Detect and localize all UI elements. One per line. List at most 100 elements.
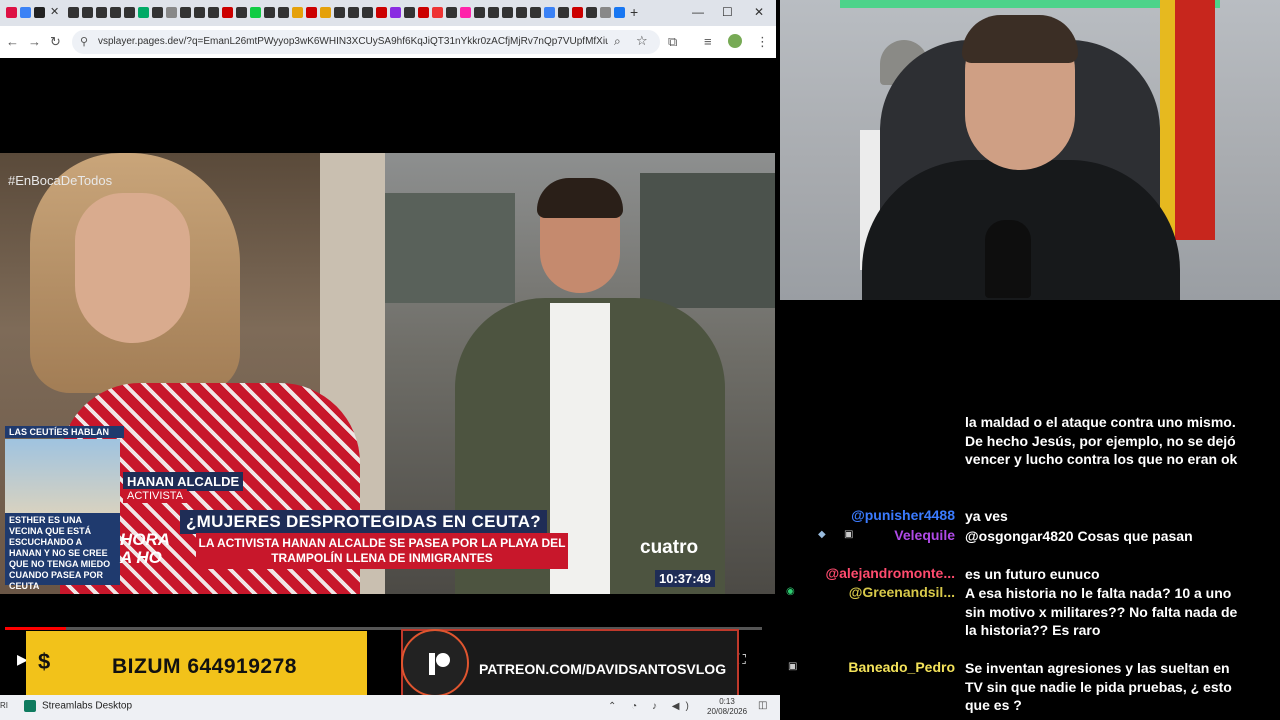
chat-username[interactable]: @punisher4488: [851, 507, 955, 523]
chat-username[interactable]: Velequile: [894, 527, 955, 543]
tab-favicon-icon[interactable]: [390, 7, 401, 18]
ahora-ticker: HORA A HO: [120, 530, 171, 567]
tab-favicon-icon[interactable]: [348, 7, 359, 18]
channel-logo: cuatro: [640, 537, 699, 558]
close-window-button[interactable]: ✕: [754, 5, 764, 19]
tab-favicon-icon[interactable]: [82, 7, 93, 18]
inset-caption: ESTHER ES UNA VECINA QUE ESTÁ ESCUCHANDO…: [5, 513, 120, 591]
chat-username[interactable]: @Greenandsil...: [849, 584, 955, 600]
tab-favicon-icon[interactable]: [362, 7, 373, 18]
tab-favicon-icon[interactable]: [124, 7, 135, 18]
tab-favicon-icon[interactable]: [264, 7, 275, 18]
chat-text: A esa historia no le falta nada? 10 a un…: [965, 585, 1238, 638]
minimize-button[interactable]: —: [692, 5, 704, 19]
tab-favicon-icon[interactable]: [152, 7, 163, 18]
tab-favicon-icon[interactable]: [404, 7, 415, 18]
taskbar-app-label: Streamlabs Desktop: [42, 700, 133, 712]
tab-favicon-icon[interactable]: [586, 7, 597, 18]
chat-text: Se inventan agresiones y las sueltan en …: [965, 660, 1232, 713]
chat-username[interactable]: @alejandromonte...: [825, 565, 955, 581]
guest-role-chyron: ACTIVISTA: [123, 489, 188, 503]
extensions-icon[interactable]: ⧉: [668, 34, 677, 50]
tab-favicon-icon[interactable]: [460, 7, 471, 18]
dollar-icon: $: [38, 649, 51, 674]
streamer-hair: [962, 15, 1078, 63]
tab-favicon-icon[interactable]: [292, 7, 303, 18]
tab-favicon-icon[interactable]: [530, 7, 541, 18]
tab-favicon-icon[interactable]: [488, 7, 499, 18]
tab-favicon-icon[interactable]: [180, 7, 191, 18]
webcam-feed: [780, 0, 1280, 300]
browser-window: ✕ + — ☐ ✕ ← → ↻ ⚲ vsplayer.pages.dev/?q=…: [0, 0, 776, 697]
chat-username[interactable]: Baneado_Pedro: [848, 659, 955, 675]
tab-favicon-icon[interactable]: [544, 7, 555, 18]
tab-favicon-icon[interactable]: [600, 7, 611, 18]
tab-close-icon[interactable]: ✕: [50, 5, 59, 18]
mod-badge-icon: ▣: [788, 661, 798, 672]
tab-bar: ✕ + — ☐ ✕: [0, 0, 776, 26]
chat-text: ya ves: [965, 508, 1008, 524]
site-info-icon[interactable]: ⚲: [80, 35, 88, 48]
patreon-url: PATREON.COM/DAVIDSANTOSVLOG: [479, 661, 727, 677]
media-controls-icon[interactable]: ≡: [704, 34, 712, 49]
tab-favicon-icon[interactable]: [474, 7, 485, 18]
taskbar-label: RI: [0, 701, 8, 710]
tab-favicon-icon[interactable]: [278, 7, 289, 18]
tab-favicon-icon[interactable]: [306, 7, 317, 18]
tab-favicon-icon[interactable]: [432, 7, 443, 18]
active-tab-favicon-icon[interactable]: [34, 7, 45, 18]
tab-favicon-icon[interactable]: [110, 7, 121, 18]
microphone: [985, 220, 1031, 298]
tab-favicon-icon[interactable]: [418, 7, 429, 18]
taskbar-time: 0:13: [719, 697, 735, 706]
tab-favicon-icon[interactable]: [558, 7, 569, 18]
tab-favicon-icon[interactable]: [250, 7, 261, 18]
back-icon[interactable]: ←: [6, 34, 19, 49]
tab-favicon-icon[interactable]: [68, 7, 79, 18]
tab-favicon-icon[interactable]: [96, 7, 107, 18]
tab-favicon-icon[interactable]: [20, 7, 31, 18]
tab-favicon-icon[interactable]: [320, 7, 331, 18]
diamond-badge-icon: ◆: [818, 529, 826, 540]
url-text[interactable]: vsplayer.pages.dev/?q=EmanL26mtPWyyop3wK…: [98, 36, 608, 47]
inset-video-thumbnail: [5, 439, 120, 513]
system-tray-icons[interactable]: ⌃ ◔ ♪ ◀): [608, 701, 695, 712]
patreon-logo-icon: [401, 629, 469, 697]
tab-favicon-icon[interactable]: [572, 7, 583, 18]
menu-kebab-icon[interactable]: ⋮: [756, 34, 769, 50]
url-omnibox[interactable]: ⚲ vsplayer.pages.dev/?q=EmanL26mtPWyyop3…: [72, 30, 660, 54]
tab-favicon-icon[interactable]: [334, 7, 345, 18]
taskbar-clock[interactable]: 0:13 20/08/2026: [707, 697, 747, 717]
forward-icon[interactable]: →: [28, 34, 41, 49]
new-tab-button[interactable]: +: [630, 4, 638, 20]
tab-favicon-icon[interactable]: [516, 7, 527, 18]
zoom-icon[interactable]: ⌕: [614, 34, 621, 49]
profile-avatar[interactable]: [728, 34, 742, 48]
tab-favicon-icon[interactable]: [222, 7, 233, 18]
tab-favicon-icon[interactable]: [446, 7, 457, 18]
sub-badge-icon: ◉: [786, 586, 795, 597]
tab-favicon-icon[interactable]: [194, 7, 205, 18]
guest-face: [75, 193, 190, 343]
bookmark-star-icon[interactable]: ☆: [636, 33, 648, 49]
tab-favicon-icon[interactable]: [138, 7, 149, 18]
notification-icon[interactable]: ◫: [758, 700, 767, 711]
reload-icon[interactable]: ↻: [50, 34, 61, 50]
inset-label: LAS CEUTÍES HABLAN: [5, 426, 124, 438]
tv-broadcast-frame: #EnBocaDeTodos LAS CEUTÍES HABLAN ESTHER…: [0, 153, 775, 594]
tab-favicon-icon[interactable]: [208, 7, 219, 18]
military-vehicle: [385, 193, 515, 303]
tab-favicon-icon[interactable]: [166, 7, 177, 18]
chat-text: es un futuro eunuco: [965, 566, 1100, 582]
tab-favicon-icon[interactable]: [236, 7, 247, 18]
tab-favicon-icon[interactable]: [502, 7, 513, 18]
tab-favicon-icon[interactable]: [6, 7, 17, 18]
address-bar: ← → ↻ ⚲ vsplayer.pages.dev/?q=EmanL26mtP…: [0, 26, 776, 59]
tab-favicon-icon[interactable]: [376, 7, 387, 18]
taskbar-app-streamlabs[interactable]: Streamlabs Desktop: [24, 700, 132, 712]
taskbar-date: 20/08/2026: [707, 707, 748, 716]
flag-red: [1175, 0, 1215, 240]
maximize-button[interactable]: ☐: [722, 5, 733, 19]
military-vehicle: [640, 173, 775, 308]
tab-favicon-icon[interactable]: [614, 7, 625, 18]
